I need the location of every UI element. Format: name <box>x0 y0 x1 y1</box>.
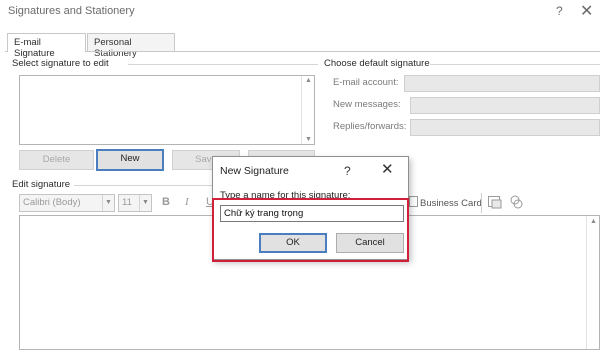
dialog-title: New Signature <box>220 165 289 177</box>
group-divider <box>128 64 318 65</box>
new-messages-select[interactable] <box>410 97 600 114</box>
default-signature-label: Choose default signature <box>324 58 430 69</box>
font-size-select[interactable]: 11 ▼ <box>118 194 152 212</box>
editor-scrollbar[interactable]: ▲ <box>586 216 599 349</box>
dialog-help-icon[interactable]: ? <box>344 164 351 178</box>
scroll-up-icon[interactable]: ▲ <box>590 218 597 225</box>
ok-button[interactable]: OK <box>259 233 327 253</box>
new-signature-dialog: New Signature ? ✕ Type a name for this s… <box>212 156 409 260</box>
signature-list[interactable] <box>19 75 315 145</box>
italic-button[interactable]: I <box>185 196 189 208</box>
new-messages-label: New messages: <box>333 99 401 110</box>
scroll-down-icon[interactable]: ▼ <box>305 136 312 143</box>
signature-list-scrollbar[interactable]: ▲ ▼ <box>301 76 314 144</box>
font-name-select[interactable]: Calibri (Body) ▼ <box>19 194 115 212</box>
chevron-down-icon: ▼ <box>102 195 114 211</box>
tab-email-signature[interactable]: E-mail Signature <box>7 33 86 59</box>
business-card-button[interactable]: Business Card <box>420 198 482 209</box>
dialog-close-icon[interactable]: ✕ <box>381 160 394 178</box>
chevron-down-icon: ▼ <box>139 195 151 211</box>
business-card-icon <box>409 196 418 210</box>
tab-label: E-mail Signature <box>14 37 55 59</box>
insert-picture-icon[interactable] <box>487 194 503 213</box>
help-icon[interactable]: ? <box>556 4 563 18</box>
replies-forwards-select[interactable] <box>410 119 600 136</box>
close-icon[interactable]: ✕ <box>580 1 593 21</box>
edit-signature-label: Edit signature <box>12 179 71 190</box>
replies-forwards-label: Replies/forwards: <box>333 121 407 132</box>
email-account-select[interactable] <box>404 75 600 92</box>
bold-button[interactable]: B <box>162 196 170 208</box>
group-divider <box>430 64 600 65</box>
email-account-label: E-mail account: <box>333 77 399 88</box>
tab-personal-stationery[interactable]: Personal Stationery <box>87 33 175 59</box>
delete-button[interactable]: Delete <box>19 150 94 170</box>
group-divider <box>74 185 212 186</box>
new-button[interactable]: New <box>96 149 164 171</box>
cancel-button[interactable]: Cancel <box>336 233 404 253</box>
signature-name-input[interactable] <box>220 205 404 222</box>
font-name-value: Calibri (Body) <box>23 197 81 208</box>
font-size-value: 11 <box>122 197 132 208</box>
window-title: Signatures and Stationery <box>8 5 135 17</box>
hyperlink-icon[interactable] <box>509 194 525 213</box>
select-signature-label: Select signature to edit <box>12 58 109 69</box>
dialog-prompt: Type a name for this signature: <box>220 190 351 201</box>
scroll-up-icon[interactable]: ▲ <box>305 77 312 84</box>
toolbar-divider <box>481 193 482 213</box>
